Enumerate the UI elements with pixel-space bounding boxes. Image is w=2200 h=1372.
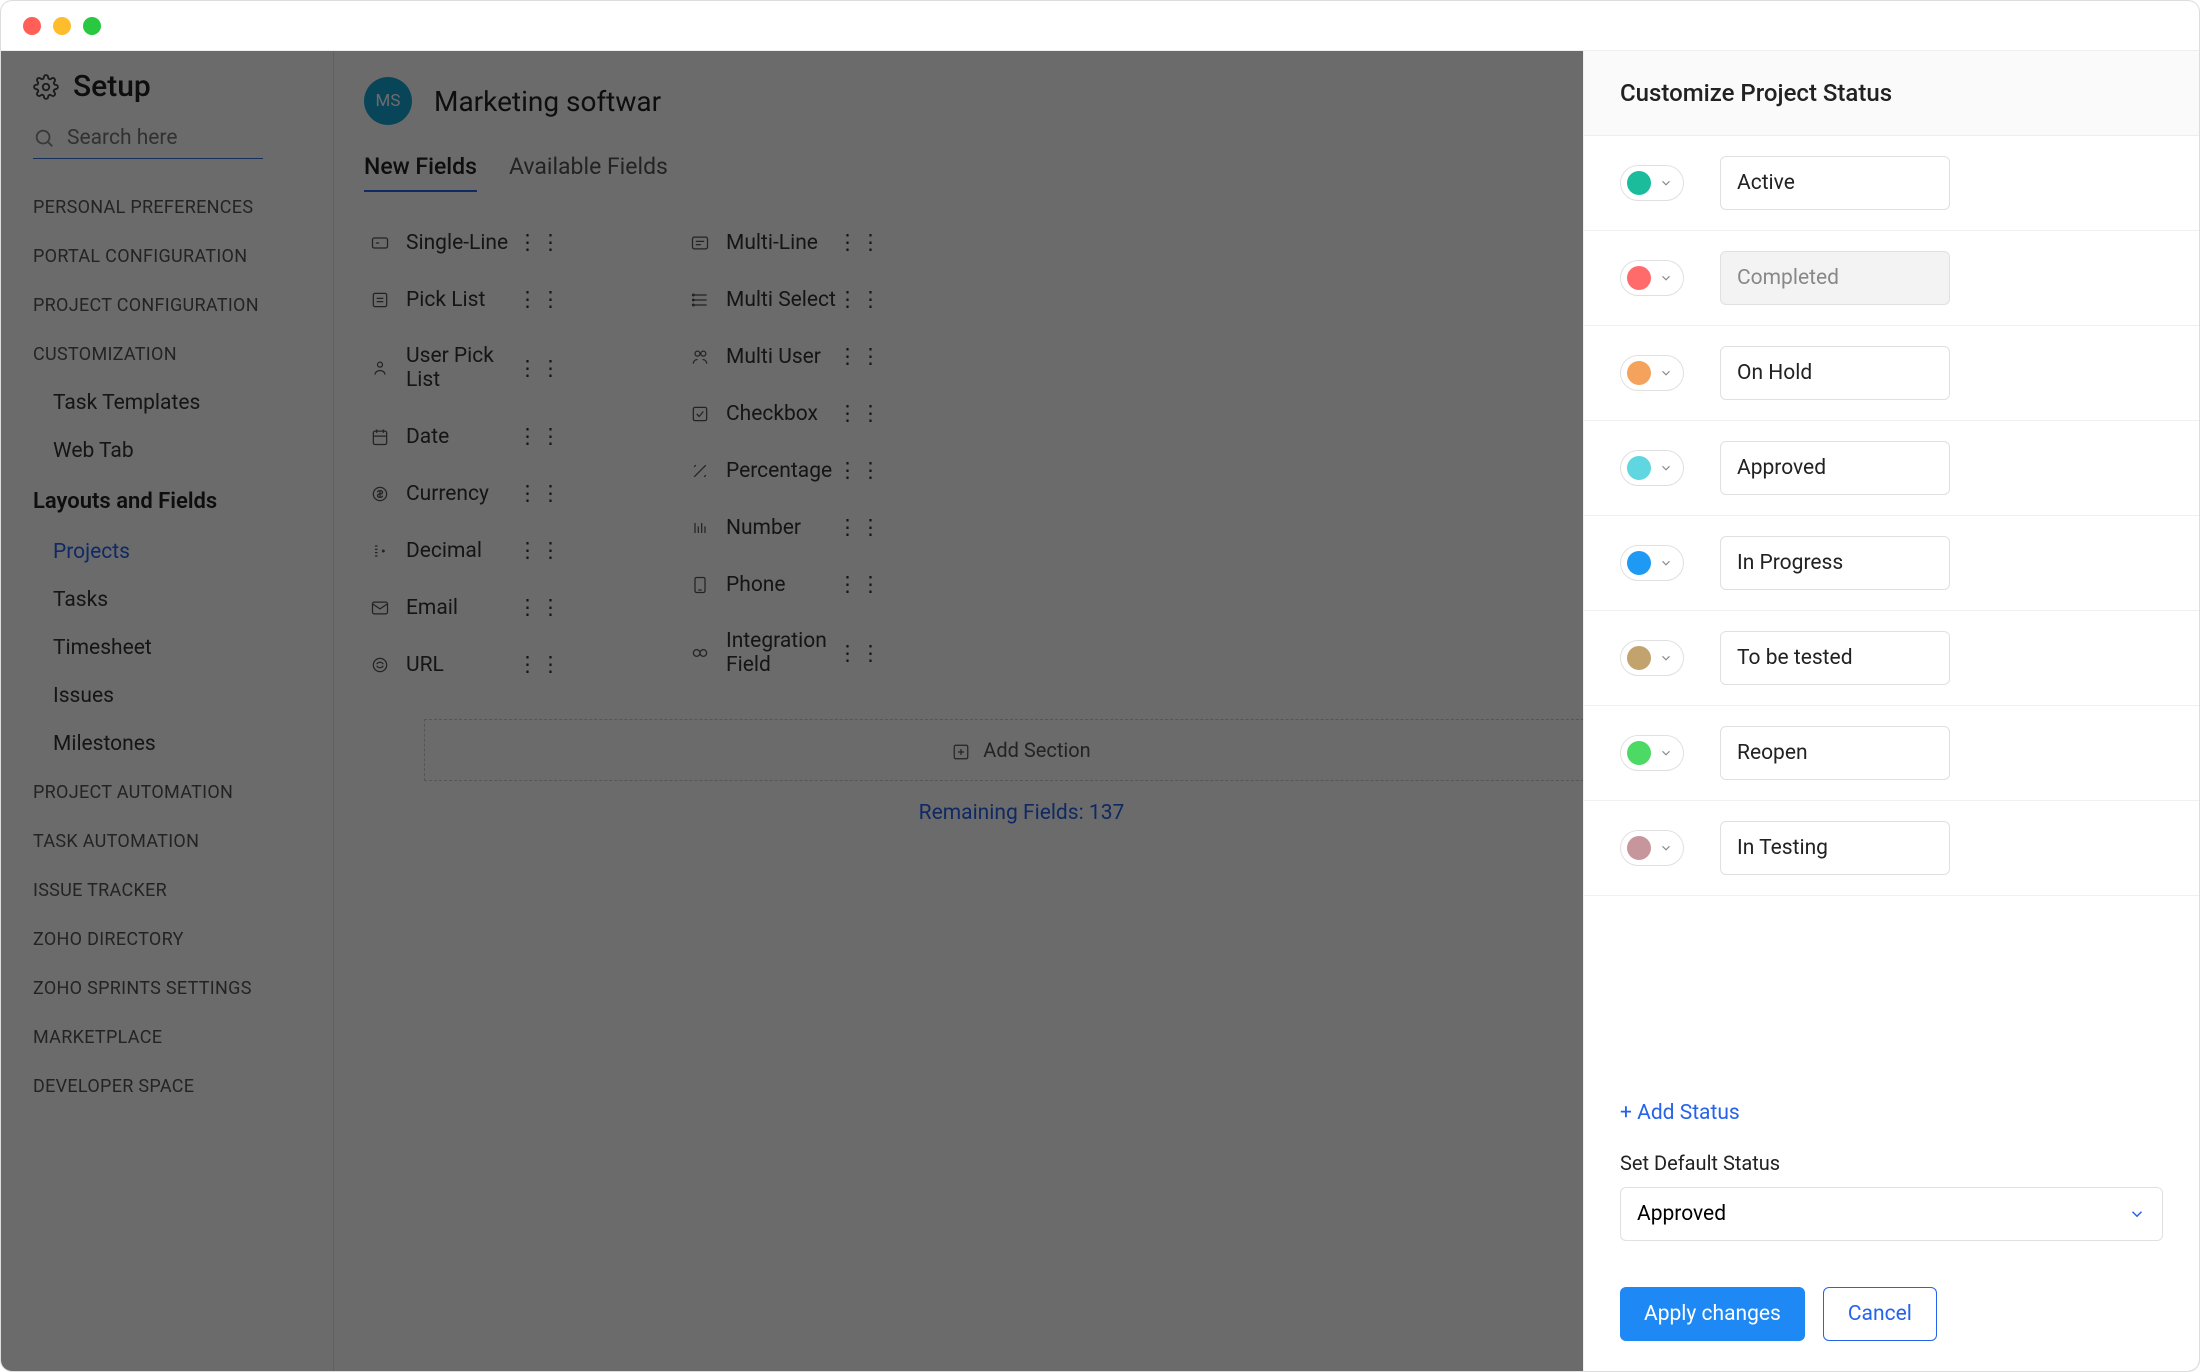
- add-status-button[interactable]: + Add Status: [1620, 1101, 2163, 1125]
- status-row-reopen: [1584, 706, 2199, 801]
- color-dot-icon: [1627, 456, 1651, 480]
- drawer-title: Customize Project Status: [1620, 79, 2163, 107]
- status-color-picker[interactable]: [1620, 165, 1684, 201]
- status-name-input[interactable]: [1720, 346, 1950, 400]
- status-color-picker[interactable]: [1620, 450, 1684, 486]
- color-dot-icon: [1627, 361, 1651, 385]
- status-color-picker[interactable]: [1620, 355, 1684, 391]
- color-dot-icon: [1627, 741, 1651, 765]
- status-row-in-testing: [1584, 801, 2199, 896]
- chevron-down-icon: [1659, 841, 1673, 855]
- maximize-window-icon[interactable]: [83, 17, 101, 35]
- color-dot-icon: [1627, 171, 1651, 195]
- status-color-picker[interactable]: [1620, 735, 1684, 771]
- status-name-input[interactable]: [1720, 726, 1950, 780]
- color-dot-icon: [1627, 646, 1651, 670]
- cancel-button[interactable]: Cancel: [1823, 1287, 1937, 1341]
- chevron-down-icon: [1659, 366, 1673, 380]
- window-titlebar: [1, 1, 2199, 51]
- apply-changes-button[interactable]: Apply changes: [1620, 1287, 1805, 1341]
- customize-status-drawer: Customize Project Status + Add Status Se…: [1583, 51, 2199, 1371]
- status-row-on-hold: [1584, 326, 2199, 421]
- default-status-value: Approved: [1637, 1202, 1726, 1226]
- color-dot-icon: [1627, 836, 1651, 860]
- chevron-down-icon: [2128, 1205, 2146, 1223]
- status-name-input[interactable]: [1720, 631, 1950, 685]
- chevron-down-icon: [1659, 176, 1673, 190]
- status-color-picker[interactable]: [1620, 545, 1684, 581]
- color-dot-icon: [1627, 266, 1651, 290]
- minimize-window-icon[interactable]: [53, 17, 71, 35]
- status-name-input: [1720, 251, 1950, 305]
- status-name-input[interactable]: [1720, 821, 1950, 875]
- status-row-completed: [1584, 231, 2199, 326]
- chevron-down-icon: [1659, 556, 1673, 570]
- status-name-input[interactable]: [1720, 441, 1950, 495]
- status-name-input[interactable]: [1720, 156, 1950, 210]
- status-color-picker[interactable]: [1620, 640, 1684, 676]
- status-color-picker[interactable]: [1620, 830, 1684, 866]
- status-row-in-progress: [1584, 516, 2199, 611]
- status-row-approved: [1584, 421, 2199, 516]
- chevron-down-icon: [1659, 271, 1673, 285]
- close-window-icon[interactable]: [23, 17, 41, 35]
- default-status-select[interactable]: Approved: [1620, 1187, 2163, 1241]
- color-dot-icon: [1627, 551, 1651, 575]
- chevron-down-icon: [1659, 746, 1673, 760]
- chevron-down-icon: [1659, 461, 1673, 475]
- status-row-to-be-tested: [1584, 611, 2199, 706]
- default-status-label: Set Default Status: [1620, 1151, 2163, 1175]
- status-color-picker[interactable]: [1620, 260, 1684, 296]
- status-name-input[interactable]: [1720, 536, 1950, 590]
- chevron-down-icon: [1659, 651, 1673, 665]
- status-row-active: [1584, 136, 2199, 231]
